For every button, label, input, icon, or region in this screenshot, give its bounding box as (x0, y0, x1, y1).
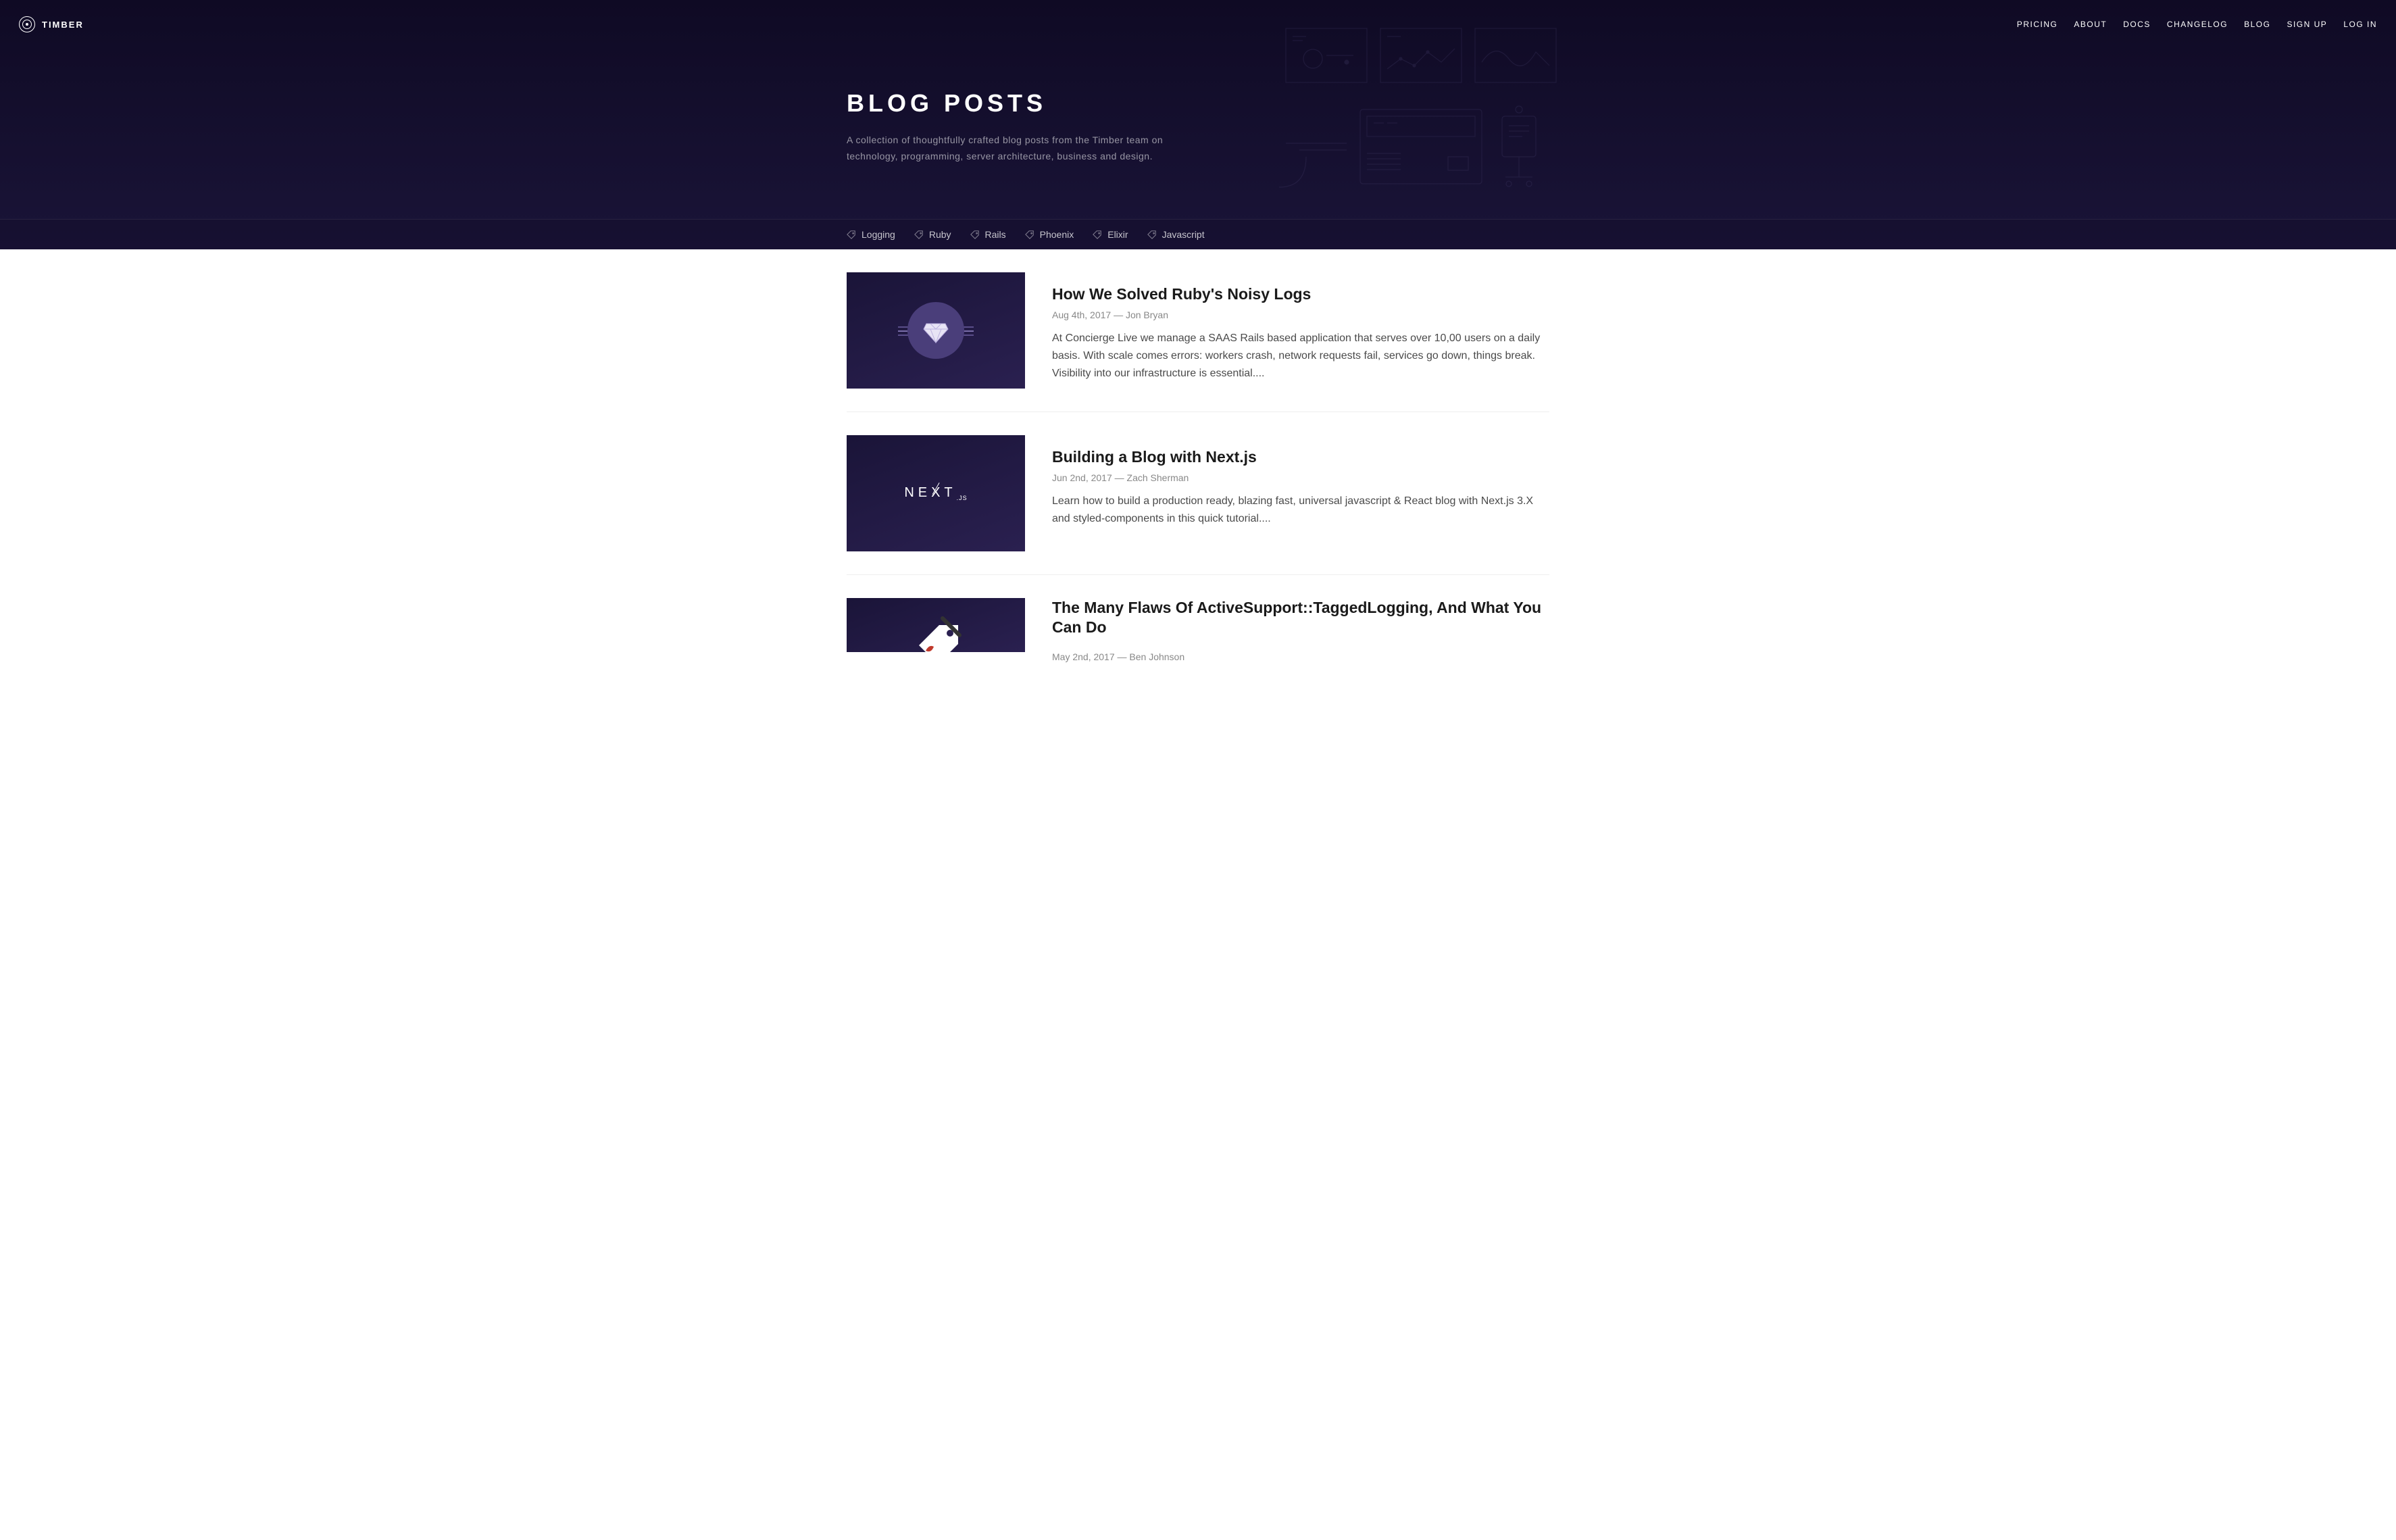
nav-link-pricing[interactable]: PRICING (2017, 20, 2058, 29)
tag-label: Elixir (1107, 229, 1128, 240)
tags-bar: Logging Ruby Rails Phoenix Elixir Javasc… (0, 219, 2396, 249)
nav-bar: TIMBER PRICING ABOUT DOCS CHANGELOG BLOG… (0, 0, 2396, 49)
tag-icon (847, 230, 856, 239)
post-thumbnail[interactable]: NEXT.JS (847, 435, 1025, 551)
tag-elixir[interactable]: Elixir (1093, 229, 1128, 240)
nav-link-about[interactable]: ABOUT (2074, 20, 2107, 29)
post-title[interactable]: The Many Flaws Of ActiveSupport::TaggedL… (1052, 598, 1549, 639)
tag-javascript[interactable]: Javascript (1147, 229, 1205, 240)
tag-icon (1147, 230, 1157, 239)
tag-ruby[interactable]: Ruby (914, 229, 951, 240)
tag-icon (1025, 230, 1034, 239)
hero: BLOG POSTS A collection of thoughtfully … (833, 49, 1563, 219)
post-meta: Jun 2nd, 2017 — Zach Sherman (1052, 472, 1549, 483)
post-thumbnail[interactable] (847, 272, 1025, 389)
post-item: The Many Flaws Of ActiveSupport::TaggedL… (847, 575, 1549, 695)
brand-text: TIMBER (42, 20, 84, 30)
page-title: BLOG POSTS (847, 89, 1549, 118)
tag-label: Javascript (1162, 229, 1205, 240)
post-meta: May 2nd, 2017 — Ben Johnson (1052, 651, 1549, 662)
nav-link-signup[interactable]: SIGN UP (2287, 20, 2327, 29)
tag-icon (970, 230, 980, 239)
header: TIMBER PRICING ABOUT DOCS CHANGELOG BLOG… (0, 0, 2396, 249)
tag-icon (1093, 230, 1102, 239)
tag-label: Logging (862, 229, 895, 240)
post-thumbnail[interactable] (847, 598, 1025, 652)
ruby-gem-icon (921, 316, 951, 345)
nav-links: PRICING ABOUT DOCS CHANGELOG BLOG SIGN U… (2017, 20, 2377, 29)
nav-link-docs[interactable]: DOCS (2123, 20, 2151, 29)
post-title[interactable]: How We Solved Ruby's Noisy Logs (1052, 284, 1549, 305)
logo[interactable]: TIMBER (19, 16, 84, 32)
nav-link-changelog[interactable]: CHANGELOG (2167, 20, 2228, 29)
nav-link-login[interactable]: LOG IN (2343, 20, 2377, 29)
post-excerpt: At Concierge Live we manage a SAAS Rails… (1052, 330, 1549, 382)
post-list: How We Solved Ruby's Noisy Logs Aug 4th,… (833, 249, 1563, 695)
tag-rails[interactable]: Rails (970, 229, 1006, 240)
nav-link-blog[interactable]: BLOG (2244, 20, 2270, 29)
tag-label: Phoenix (1040, 229, 1074, 240)
tag-label: Rails (985, 229, 1006, 240)
tag-phoenix[interactable]: Phoenix (1025, 229, 1074, 240)
timber-logo-icon (19, 16, 35, 32)
tag-icon (914, 230, 924, 239)
tag-logging[interactable]: Logging (847, 229, 895, 240)
post-item: NEXT.JS Building a Blog with Next.js Jun… (847, 412, 1549, 575)
post-title[interactable]: Building a Blog with Next.js (1052, 447, 1549, 468)
tag-label: Ruby (929, 229, 951, 240)
price-tag-icon (905, 612, 966, 672)
post-excerpt: Learn how to build a production ready, b… (1052, 493, 1549, 527)
post-item: How We Solved Ruby's Noisy Logs Aug 4th,… (847, 249, 1549, 412)
post-meta: Aug 4th, 2017 — Jon Bryan (1052, 309, 1549, 320)
nextjs-logo-icon: NEXT.JS (904, 485, 967, 501)
page-subtitle: A collection of thoughtfully crafted blo… (847, 132, 1171, 165)
